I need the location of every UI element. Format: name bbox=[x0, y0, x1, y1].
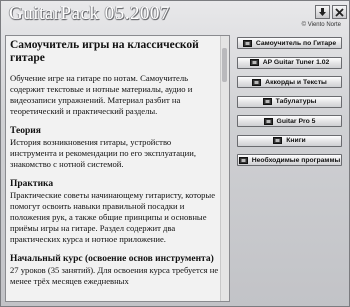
film-icon bbox=[262, 98, 272, 105]
nav-button-guitar-pro[interactable]: Guitar Pro 5 bbox=[237, 115, 342, 127]
nav-button-chords[interactable]: Аккорды и Тексты bbox=[237, 76, 342, 88]
nav-button-label: Самоучитель по Гитаре bbox=[255, 39, 337, 47]
nav-button-tabs[interactable]: Табулатуры bbox=[237, 95, 342, 108]
close-button[interactable] bbox=[332, 5, 347, 19]
nav-button-label: Книги bbox=[286, 137, 306, 144]
app-window: GuitarPack 05.2007 © Viento Norte Самоуч… bbox=[0, 0, 350, 307]
film-icon bbox=[242, 39, 252, 47]
film-icon bbox=[238, 156, 248, 164]
section-title: Теория bbox=[10, 126, 41, 136]
section-text: История возникновения гитары, устройство… bbox=[10, 137, 196, 169]
content-intro: Обучение игре на гитаре по нотам. Самоуч… bbox=[10, 73, 193, 116]
film-icon bbox=[252, 78, 262, 86]
copyright-text: © Viento Norte bbox=[301, 22, 341, 28]
content-text: Самоучитель игры на классической гитаре … bbox=[10, 39, 220, 287]
nav-button-label: Табулатуры bbox=[275, 98, 317, 105]
close-icon bbox=[335, 7, 344, 17]
nav-button-label: Необходимые программы bbox=[251, 156, 341, 164]
film-icon bbox=[263, 117, 273, 125]
nav-button-label: Аккорды и Тексты bbox=[265, 78, 327, 86]
scrollbar-thumb[interactable] bbox=[222, 48, 227, 82]
nav-menu: Самоучитель по Гитаре AP Guitar Tuner 1.… bbox=[237, 37, 342, 174]
nav-button-label: Guitar Pro 5 bbox=[276, 117, 316, 125]
film-icon bbox=[249, 59, 259, 66]
download-button[interactable] bbox=[315, 5, 330, 19]
film-icon bbox=[273, 137, 283, 144]
section-text: Практические советы начинающему гитарист… bbox=[10, 190, 216, 244]
app-title: GuitarPack 05.2007 bbox=[9, 3, 170, 24]
section-title: Практика bbox=[10, 179, 54, 189]
download-icon bbox=[319, 7, 326, 16]
nav-button-label: AP Guitar Tuner 1.02 bbox=[262, 59, 330, 66]
content-panel[interactable]: Самоучитель игры на классической гитаре … bbox=[5, 35, 230, 302]
nav-button-books[interactable]: Книги bbox=[237, 134, 342, 147]
section-title: Начальный курс (освоение основ инструмен… bbox=[10, 254, 214, 264]
section-text: 27 уроков (35 занятий). Для освоения кур… bbox=[10, 265, 219, 286]
nav-button-guitar-tutorial[interactable]: Самоучитель по Гитаре bbox=[237, 37, 342, 49]
nav-button-required-programs[interactable]: Необходимые программы bbox=[237, 154, 342, 166]
content-heading: Самоучитель игры на классической гитаре bbox=[10, 39, 199, 64]
content-scrollbar[interactable] bbox=[220, 36, 229, 301]
nav-button-guitar-tuner[interactable]: AP Guitar Tuner 1.02 bbox=[237, 56, 342, 69]
